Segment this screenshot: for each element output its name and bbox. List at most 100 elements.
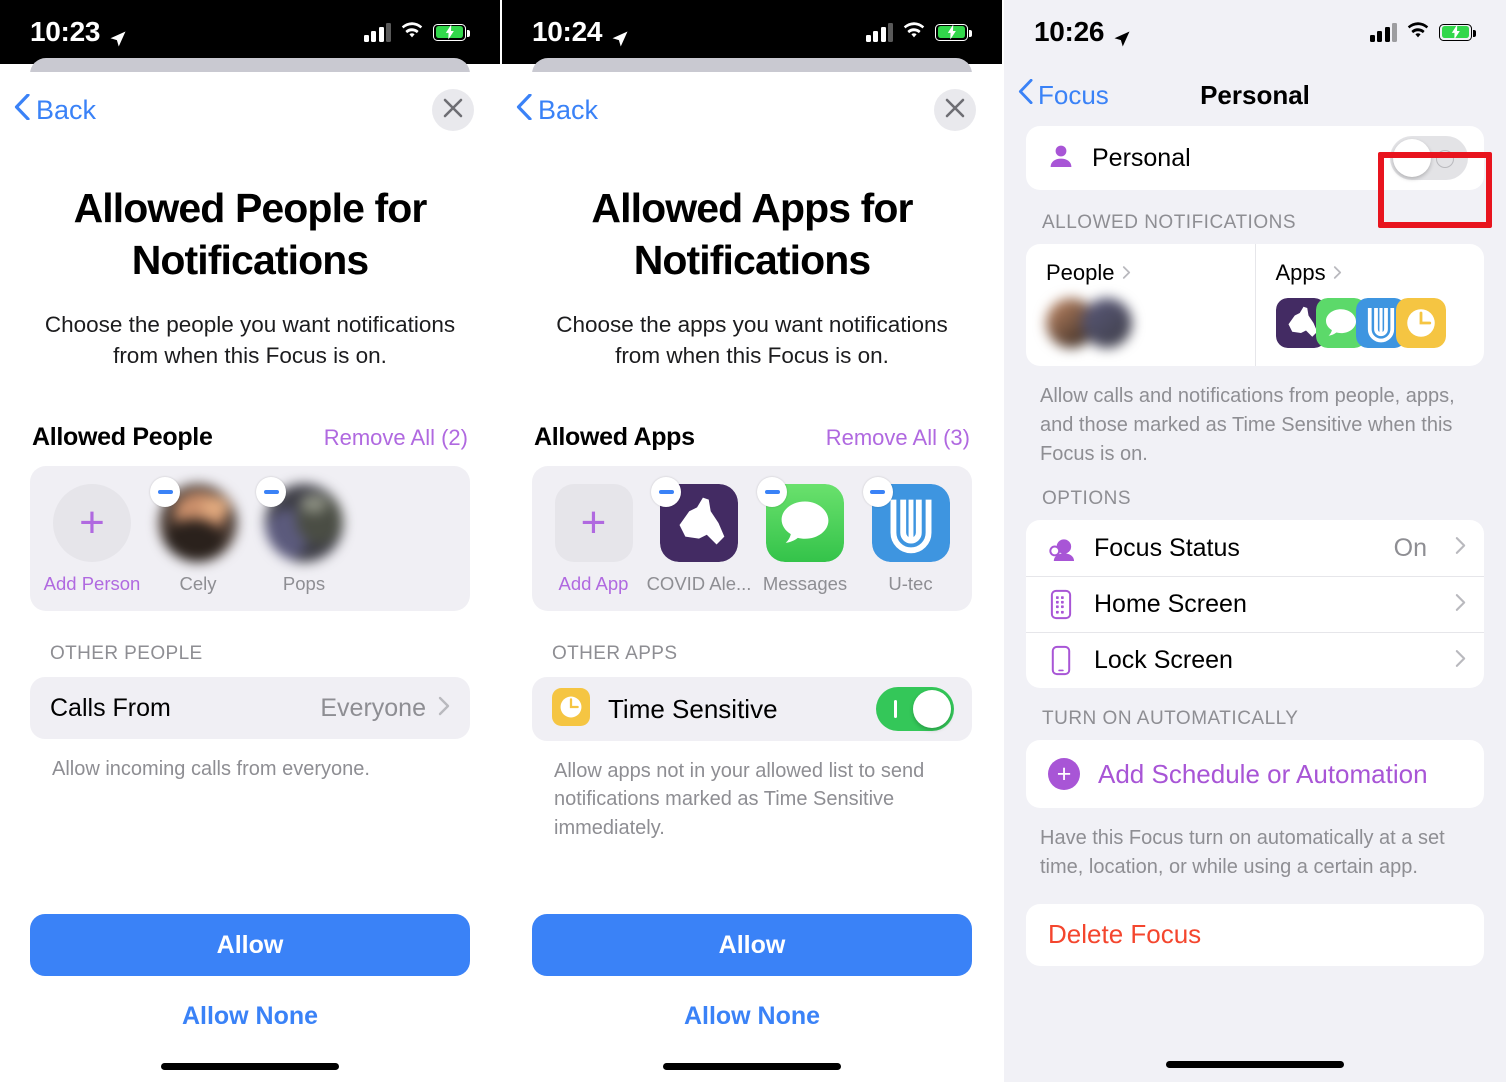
battery-charging-icon [1439,23,1476,41]
apps-card[interactable]: Apps [1254,244,1485,366]
home-screen-icon [1046,589,1076,620]
time-sensitive-left: Time Sensitive [552,687,778,731]
status-time: 10:23 [30,16,101,47]
chevron-right-icon [438,696,450,721]
app-icon-art [651,477,738,563]
panel-focus-settings: 10:26 Focus Personal Personal ALLOWED NO… [1004,0,1506,1082]
close-icon [945,98,965,123]
plus-icon: + [580,497,607,547]
allowed-people-section-header: Allowed People Remove All (2) [30,423,470,452]
people-navbar: Back [0,72,500,148]
status-time-group: 10:23 [30,16,127,48]
app-tile[interactable]: Messages [757,477,848,595]
minus-badge-icon[interactable] [862,477,893,508]
people-card-head: People [1046,260,1235,286]
chevron-right-icon [1333,260,1342,286]
turn-on-automatically-note: Have this Focus turn on automatically at… [1040,827,1445,879]
back-button-people[interactable]: Back [14,92,97,127]
page-title-people: Allowed People for Notifications [73,185,428,284]
home-indicator [1166,1061,1344,1068]
allowed-notifications-note: Allow calls and notifications from peopl… [1040,385,1455,465]
chevron-left-icon [516,92,532,127]
time-sensitive-row[interactable]: Time Sensitive [532,677,972,742]
calls-from-row[interactable]: Calls From Everyone [30,677,470,740]
apps-navbar: Back [502,72,1002,148]
delete-focus-row[interactable]: Delete Focus [1026,903,1484,966]
person-tile[interactable]: Pops [256,477,346,595]
option-label: Home Screen [1094,590,1247,619]
back-button-label: Back [538,94,599,125]
close-button-people[interactable] [432,89,474,131]
panel-allowed-people: 10:23 Back Allowed People for Notificati… [0,0,502,1082]
allowed-notifications-cards: People Apps [1026,244,1484,366]
option-row-lock-screen[interactable]: Lock Screen [1026,632,1484,688]
close-button-apps[interactable] [934,89,976,131]
panel-allowed-apps: 10:24 Back Allowed Apps for Notification… [502,0,1004,1082]
cellular-signal-icon [1369,22,1397,42]
allow-button-people[interactable]: Allow [30,914,470,976]
allow-button-apps[interactable]: Allow [532,914,972,976]
add-app-tile[interactable]: + Add App [552,484,635,595]
allowed-people-heading: Allowed People [32,423,213,452]
status-indicators [1369,21,1476,44]
add-schedule-row[interactable]: + Add Schedule or Automation [1026,740,1484,808]
add-person-tile[interactable]: + Add Person [44,484,140,595]
personal-focus-toggle[interactable] [1390,136,1468,180]
option-row-focus-status[interactable]: Focus Status On [1026,520,1484,576]
allow-none-button-apps[interactable]: Allow None [532,1002,972,1031]
calls-from-footnote: Allow incoming calls from everyone. [52,758,370,781]
location-arrow-icon [611,23,629,47]
person-name: Pops [282,573,326,595]
personal-focus-label: Personal [1092,143,1191,172]
battery-charging-icon [935,23,972,41]
status-time: 10:24 [532,16,603,47]
app-name: U-tec [888,573,933,595]
people-card-avatars [1046,298,1235,348]
minus-badge-icon[interactable] [651,477,681,508]
person-avatar-art [150,477,237,563]
other-people-caption: OTHER PEOPLE [50,643,203,665]
minus-badge-icon[interactable] [150,477,180,508]
allow-none-button-people[interactable]: Allow None [30,1002,470,1031]
app-name: Messages [762,573,848,595]
wifi-icon [902,21,926,44]
app-tile[interactable]: U-tec [862,477,952,595]
add-schedule-card: + Add Schedule or Automation [1026,740,1484,809]
people-card[interactable]: People [1026,244,1255,366]
time-sensitive-toggle[interactable] [876,687,954,732]
allowed-people-tray: + Add Person Cely Pops [30,466,470,612]
page-title-apps: Allowed Apps for Notifications [591,185,913,284]
wifi-icon [1406,21,1430,44]
app-tile[interactable]: COVID Ale... [647,477,751,595]
back-button-focus[interactable]: Focus [1018,78,1109,111]
home-indicator [161,1063,339,1070]
allowed-apps-heading: Allowed Apps [534,423,695,452]
person-tile[interactable]: Cely [150,477,240,595]
battery-charging-icon [433,23,470,41]
minus-badge-icon[interactable] [256,477,286,508]
location-arrow-icon [1113,23,1131,47]
options-caption: OPTIONS [1042,488,1132,510]
options-card: Focus Status On Home Screen Lock Screen [1026,520,1484,689]
remove-all-people-button[interactable]: Remove All (2) [324,425,468,451]
option-value: On [1393,533,1427,562]
option-row-home-screen[interactable]: Home Screen [1026,576,1484,632]
status-bar-focus: 10:26 [1004,0,1506,64]
people-card-label: People [1046,260,1115,285]
turn-on-automatically-caption: TURN ON AUTOMATICALLY [1042,708,1299,730]
back-button-label: Back [36,94,97,125]
cellular-signal-icon [363,22,391,42]
personal-focus-row[interactable]: Personal [1026,126,1484,190]
apps-sheet: Back Allowed Apps for Notifications Choo… [502,72,1002,1082]
cellular-signal-icon [865,22,893,42]
plus-circle-icon: + [1048,758,1080,791]
delete-focus-label: Delete Focus [1048,919,1202,950]
apps-sheet-body: Allowed Apps for Notifications Choose th… [502,182,1002,842]
remove-all-apps-button[interactable]: Remove All (3) [826,425,970,451]
apps-card-icons [1275,298,1465,348]
minus-badge-icon[interactable] [757,477,787,508]
focus-body: Personal ALLOWED NOTIFICATIONS People Ap… [1004,126,1506,966]
back-button-apps[interactable]: Back [516,92,599,127]
status-time-group: 10:26 [1034,16,1131,48]
person-avatar-art [256,477,343,563]
